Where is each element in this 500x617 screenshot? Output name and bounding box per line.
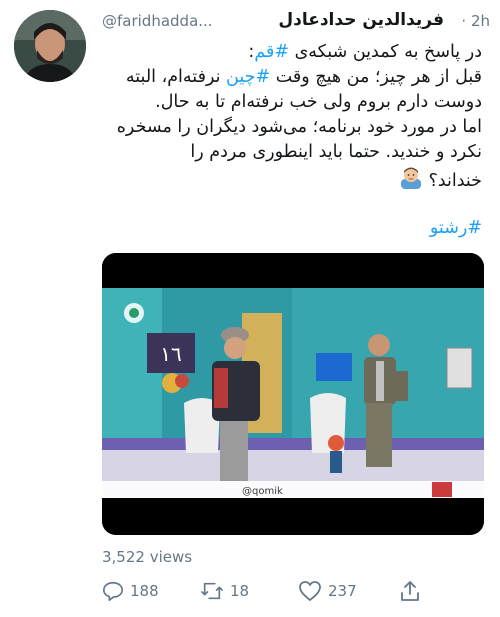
reply-count: 188 [130,582,159,600]
ticker-logo-icon [432,482,452,497]
hashtag-link[interactable]: #رشتو [102,218,482,238]
channel-handle-overlay: @qomik [242,486,283,497]
reply-button[interactable]: 188 [102,580,159,602]
tweet-actions: 188 18 237 [102,580,482,610]
avatar[interactable] [14,10,86,82]
reply-icon [103,581,123,601]
tweet-line: قبل از هر چیز؛ من هیچ وقت #چین نرفته‌ام،… [125,67,482,87]
like-count: 237 [328,582,357,600]
share-icon [401,581,419,601]
heart-icon [299,581,321,601]
share-button[interactable] [400,580,420,602]
author-name[interactable]: فریدالدین حدادعادل [214,10,444,30]
tweet-line: نکرد و خندید. حتما باید اینطوری مردم را [190,142,482,162]
man-face-emoji-icon [399,165,423,197]
tweet-line: اما در مورد خود برنامه؛ می‌شود دیگران را… [116,117,482,137]
video-media[interactable]: ١٦ @qomik [102,253,484,535]
retweet-button[interactable]: 18 [200,580,249,602]
tweet-line: دوست دارم بروم ولی خب نرفته‌ام تا به حال… [155,92,482,112]
tweet-time[interactable]: · 2h [461,12,490,30]
view-count: 3,522 views [102,548,193,566]
tweet-line: در پاسخ به کمدین شبکه‌ی #قم: [248,42,482,62]
tv-logo-icon [124,303,144,323]
tv-overlay-number: ١٦ [160,342,181,366]
avatar-image [14,10,86,82]
tweet-line: خنداند؟ [102,165,482,197]
tweet-body: در پاسخ به کمدین شبکه‌ی #قم: قبل از هر چ… [102,40,482,197]
retweet-icon [201,582,223,600]
retweet-count: 18 [230,582,250,600]
hashtag-link[interactable]: #چین [226,67,270,87]
like-button[interactable]: 237 [298,580,357,602]
video-still: ١٦ @qomik [102,253,484,535]
hashtag-link[interactable]: #قم [254,42,289,62]
tweet-header: @faridhadda... فریدالدین حدادعادل · 2h [102,10,490,36]
